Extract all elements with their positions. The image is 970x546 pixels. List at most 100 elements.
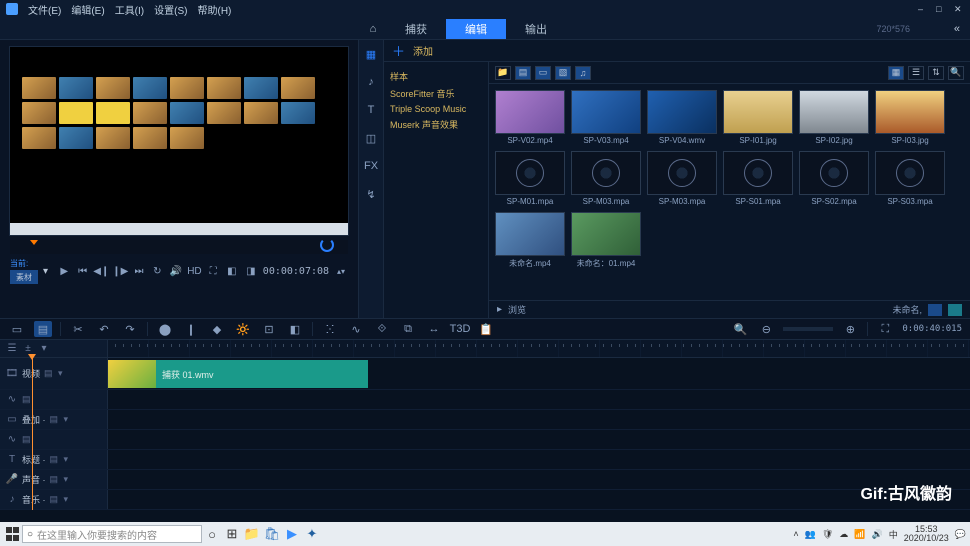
timeline-view-icon[interactable]: ▤ — [34, 321, 52, 337]
video-clip[interactable]: 捕获 01.wmv — [108, 360, 368, 388]
app-pin2-icon[interactable]: ✦ — [302, 524, 322, 544]
asset-item[interactable]: SP-M03.mpa — [647, 151, 717, 206]
audio-fx-icon[interactable]: ∿ — [347, 321, 365, 337]
close-icon[interactable]: ✕ — [954, 4, 964, 14]
store-icon[interactable]: 🛍 — [262, 524, 282, 544]
filter-video-icon[interactable]: ▭ — [535, 66, 551, 80]
app-pin1-icon[interactable]: ▶ — [282, 524, 302, 544]
minimize-icon[interactable]: – — [918, 4, 928, 14]
fx-tool-icon[interactable]: FX — [363, 158, 379, 174]
storyboard-view-icon[interactable]: ▭ — [8, 321, 26, 337]
group-icon[interactable]: ⧉ — [399, 321, 417, 337]
fit-icon[interactable]: ↔ — [425, 321, 443, 337]
audio-tool-icon[interactable]: ♪ — [363, 74, 379, 90]
asset-item[interactable]: SP-I02.jpg — [799, 90, 869, 145]
start-button[interactable] — [4, 525, 22, 543]
menu-help[interactable]: 帮助(H) — [197, 2, 231, 17]
snapshot-icon[interactable]: 🔆 — [234, 321, 252, 337]
time-ruler[interactable] — [108, 340, 970, 357]
marker-icon[interactable]: ◆ — [208, 321, 226, 337]
transition-tool-icon[interactable]: ◫ — [363, 130, 379, 146]
asset-item[interactable]: SP-S03.mpa — [875, 151, 945, 206]
tab-output[interactable]: 输出 — [506, 19, 566, 39]
next-button[interactable]: ⏭ — [132, 264, 145, 278]
tab-capture[interactable]: 捕获 — [386, 19, 446, 39]
view-thumb-icon[interactable]: ▦ — [888, 66, 904, 80]
media-tool-icon[interactable]: ▦ — [363, 46, 379, 62]
tab-home[interactable]: ⌂ — [360, 19, 386, 39]
track-lock-icon[interactable]: ▾ — [58, 368, 68, 379]
asset-item[interactable]: SP-V04.wmv — [647, 90, 717, 145]
maximize-icon[interactable]: □ — [936, 4, 946, 14]
tray-wifi-icon[interactable]: 📶 — [854, 529, 865, 540]
tab-edit[interactable]: 编辑 — [446, 19, 506, 39]
filter-audio-icon[interactable]: ♫ — [575, 66, 591, 80]
track-head-menu[interactable]: ☰ ± ▾ — [0, 340, 108, 357]
asset-item[interactable]: SP-V03.mp4 — [571, 90, 641, 145]
loop-button[interactable]: ↻ — [151, 264, 164, 278]
add-folder-icon[interactable]: ＋ — [392, 41, 405, 60]
record-icon[interactable]: ⬤ — [156, 321, 174, 337]
crop-icon[interactable]: ⟐ — [373, 321, 391, 337]
zoom-slider[interactable] — [783, 327, 833, 331]
preview-viewport[interactable] — [9, 46, 349, 236]
chapter-icon[interactable]: ❙ — [182, 321, 200, 337]
step-back-button[interactable]: ◀❙ — [94, 264, 108, 278]
transition-icon[interactable]: ⊡ — [260, 321, 278, 337]
menu-file[interactable]: 文件(E) — [28, 2, 61, 17]
dropdown-icon[interactable]: ▾ — [43, 266, 53, 277]
zoomfit-icon[interactable]: 🔍 — [731, 321, 749, 337]
prev-button[interactable]: ⏮ — [76, 264, 89, 278]
browse-icon[interactable]: ▸ — [497, 304, 502, 315]
project-dim-icon[interactable]: ⛶ — [876, 321, 894, 337]
source-badge[interactable]: 素材 — [10, 270, 38, 284]
zoomout-icon[interactable]: ⊖ — [757, 321, 775, 337]
title-tool-icon[interactable]: T — [363, 102, 379, 118]
menu-settings[interactable]: 设置(S) — [154, 2, 187, 17]
taskview-icon[interactable]: ⊞ — [222, 524, 242, 544]
tray-up-icon[interactable]: ˄ — [793, 529, 798, 539]
cut-icon[interactable]: ✂ — [69, 321, 87, 337]
add-track-icon[interactable]: ± — [22, 343, 34, 355]
asset-item[interactable]: SP-S02.mpa — [799, 151, 869, 206]
asset-item[interactable]: SP-I01.jpg — [723, 90, 793, 145]
tray-cloud-icon[interactable]: ☁ — [839, 529, 848, 540]
zoomin-icon[interactable]: ⊕ — [841, 321, 859, 337]
asset-item[interactable]: SP-V02.mp4 — [495, 90, 565, 145]
menu-tools[interactable]: 工具(I) — [115, 2, 144, 17]
play-button[interactable]: ▶ — [58, 264, 71, 278]
asset-item[interactable]: SP-M01.mpa — [495, 151, 565, 206]
playhead[interactable] — [32, 358, 33, 510]
tray-volume-icon[interactable]: 🔊 — [872, 529, 883, 540]
tray-people-icon[interactable]: 👥 — [805, 529, 816, 540]
lib-cat-scorefitter[interactable]: ScoreFitter 音乐 — [390, 85, 482, 102]
mixer-icon[interactable]: ⵘ — [321, 321, 339, 337]
view-list-icon[interactable]: ☰ — [908, 66, 924, 80]
lib-cat-triple[interactable]: Triple Scoop Music — [390, 102, 482, 116]
search-icon[interactable]: 🔍 — [948, 66, 964, 80]
timecode-step-icon[interactable]: ▴▾ — [334, 264, 348, 278]
asset-item[interactable]: SP-M03.mpa — [571, 151, 641, 206]
asset-item[interactable]: 未命名：01.mp4 — [571, 212, 641, 269]
footer-action2-icon[interactable] — [948, 304, 962, 316]
sort-icon[interactable]: ⇅ — [928, 66, 944, 80]
taskbar-search[interactable]: ○ 在这里输入你要搜索的内容 — [22, 525, 202, 543]
mark-out-button[interactable]: ◨ — [244, 264, 258, 278]
undo-icon[interactable]: ↶ — [95, 321, 113, 337]
scrub-bar[interactable] — [10, 240, 348, 254]
asset-item[interactable]: SP-I03.jpg — [875, 90, 945, 145]
track-toggle-icon[interactable]: ▤ — [50, 414, 60, 425]
subtrack-toggle-icon[interactable]: ▤ — [22, 394, 32, 405]
cortana-icon[interactable]: ○ — [202, 524, 222, 544]
track-expand-icon[interactable]: ▾ — [38, 343, 50, 355]
asset-item[interactable]: SP-S01.mpa — [723, 151, 793, 206]
path-tool-icon[interactable]: ↯ — [363, 186, 379, 202]
tray-shield-icon[interactable]: 🛡 — [822, 529, 833, 540]
explorer-icon[interactable]: 📁 — [242, 524, 262, 544]
footer-action1-icon[interactable] — [928, 304, 942, 316]
import-icon[interactable]: 📁 — [495, 66, 511, 80]
3dtitle-icon[interactable]: T3D — [451, 321, 469, 337]
tray-ime-label[interactable]: 中 — [889, 528, 898, 541]
notifications-icon[interactable]: 💬 — [955, 529, 966, 540]
tracks-menu-icon[interactable]: ☰ — [6, 343, 18, 355]
